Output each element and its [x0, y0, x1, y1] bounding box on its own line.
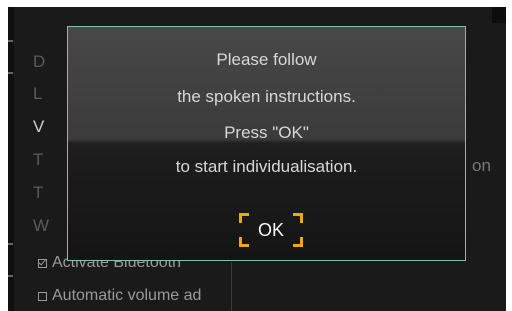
menu-item[interactable]: L [33, 84, 42, 104]
menu-item[interactable]: T [33, 183, 43, 203]
edge-tick [8, 72, 13, 74]
automatic-volume-checkbox[interactable]: Automatic volume ad [38, 286, 201, 306]
menu-item[interactable]: V [33, 117, 44, 137]
menu-item-fragment: on [472, 156, 491, 175]
infotainment-screen: D L V T T W Activate Bluetooth Automatic… [8, 7, 506, 311]
menu-item[interactable]: W [33, 216, 49, 236]
menu-item[interactable]: D [33, 52, 45, 72]
dialog-message-line: Please follow [216, 50, 317, 69]
checkbox-checked-icon [38, 258, 47, 268]
left-edge-strip [8, 7, 14, 311]
corner-block [492, 7, 506, 23]
individualisation-dialog: Please follow the spoken instructions. P… [67, 26, 466, 261]
dialog-message-line: to start individualisation. [175, 157, 358, 176]
dialog-message-line: the spoken instructions. [177, 87, 356, 106]
ok-button[interactable]: OK [239, 213, 303, 247]
dialog-message-line: Press "OK" [224, 123, 309, 142]
edge-tick [8, 243, 13, 245]
menu-item[interactable]: T [33, 150, 43, 170]
edge-tick [8, 40, 13, 42]
edge-tick [8, 275, 13, 277]
ok-button-label: OK [257, 220, 284, 240]
checkbox-label: Automatic volume ad [52, 287, 202, 304]
checkbox-unchecked-icon [38, 291, 47, 301]
menu-divider [231, 262, 232, 311]
